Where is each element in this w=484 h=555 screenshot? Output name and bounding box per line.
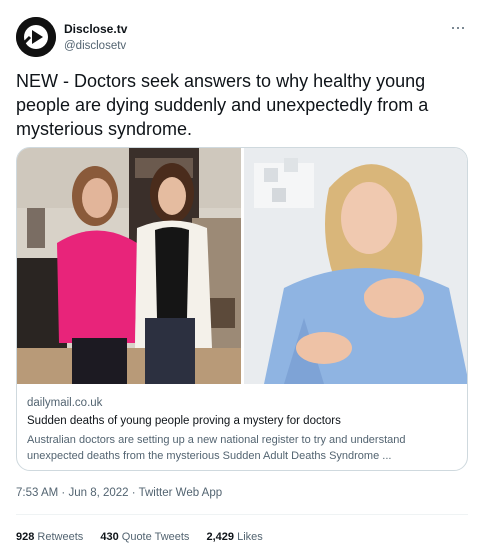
tweet: Disclose.tv @disclosetv NEW - Doctors se… [0, 0, 484, 555]
likes-label: Likes [237, 531, 263, 543]
likes-stat[interactable]: 2,429 Likes [207, 530, 263, 544]
engagement-stats: 928 Retweets 430 Quote Tweets 2,429 Like… [16, 530, 277, 544]
card-image-woman-chest-pain [244, 148, 467, 384]
meta-separator: · [131, 487, 136, 499]
tweet-text: NEW - Doctors seek answers to why health… [16, 71, 429, 139]
tweet-meta: 7:53 AM · Jun 8, 2022 · Twitter Web App [16, 486, 222, 500]
avatar[interactable] [16, 17, 56, 57]
link-card-images[interactable] [17, 148, 467, 384]
meta-separator: · [61, 487, 66, 499]
tweet-date[interactable]: Jun 8, 2022 [68, 487, 128, 499]
divider [16, 514, 468, 515]
card-image-two-women [17, 148, 241, 384]
quote-tweets-label: Quote Tweets [121, 531, 190, 543]
retweets-label: Retweets [37, 531, 84, 543]
tweet-time[interactable]: 7:53 AM [16, 487, 58, 499]
link-card-description: Australian doctors are setting up a new … [27, 434, 406, 462]
link-card-domain: dailymail.co.uk [27, 397, 103, 409]
tweet-source[interactable]: Twitter Web App [139, 487, 223, 499]
author-display-name[interactable]: Disclose.tv [64, 22, 127, 37]
retweets-stat[interactable]: 928 Retweets [16, 530, 83, 544]
more-options-icon[interactable] [448, 18, 468, 38]
disclose-tv-play-logo-icon [16, 17, 56, 57]
retweets-count: 928 [16, 531, 35, 543]
quote-tweets-stat[interactable]: 430 Quote Tweets [100, 530, 189, 544]
link-card[interactable]: dailymail.co.uk Sudden deaths of young p… [16, 147, 468, 471]
likes-count: 2,429 [206, 531, 235, 543]
author-handle[interactable]: @disclosetv [64, 39, 126, 53]
quote-tweets-count: 430 [100, 531, 119, 543]
link-card-title[interactable]: Sudden deaths of young people proving a … [27, 414, 457, 429]
